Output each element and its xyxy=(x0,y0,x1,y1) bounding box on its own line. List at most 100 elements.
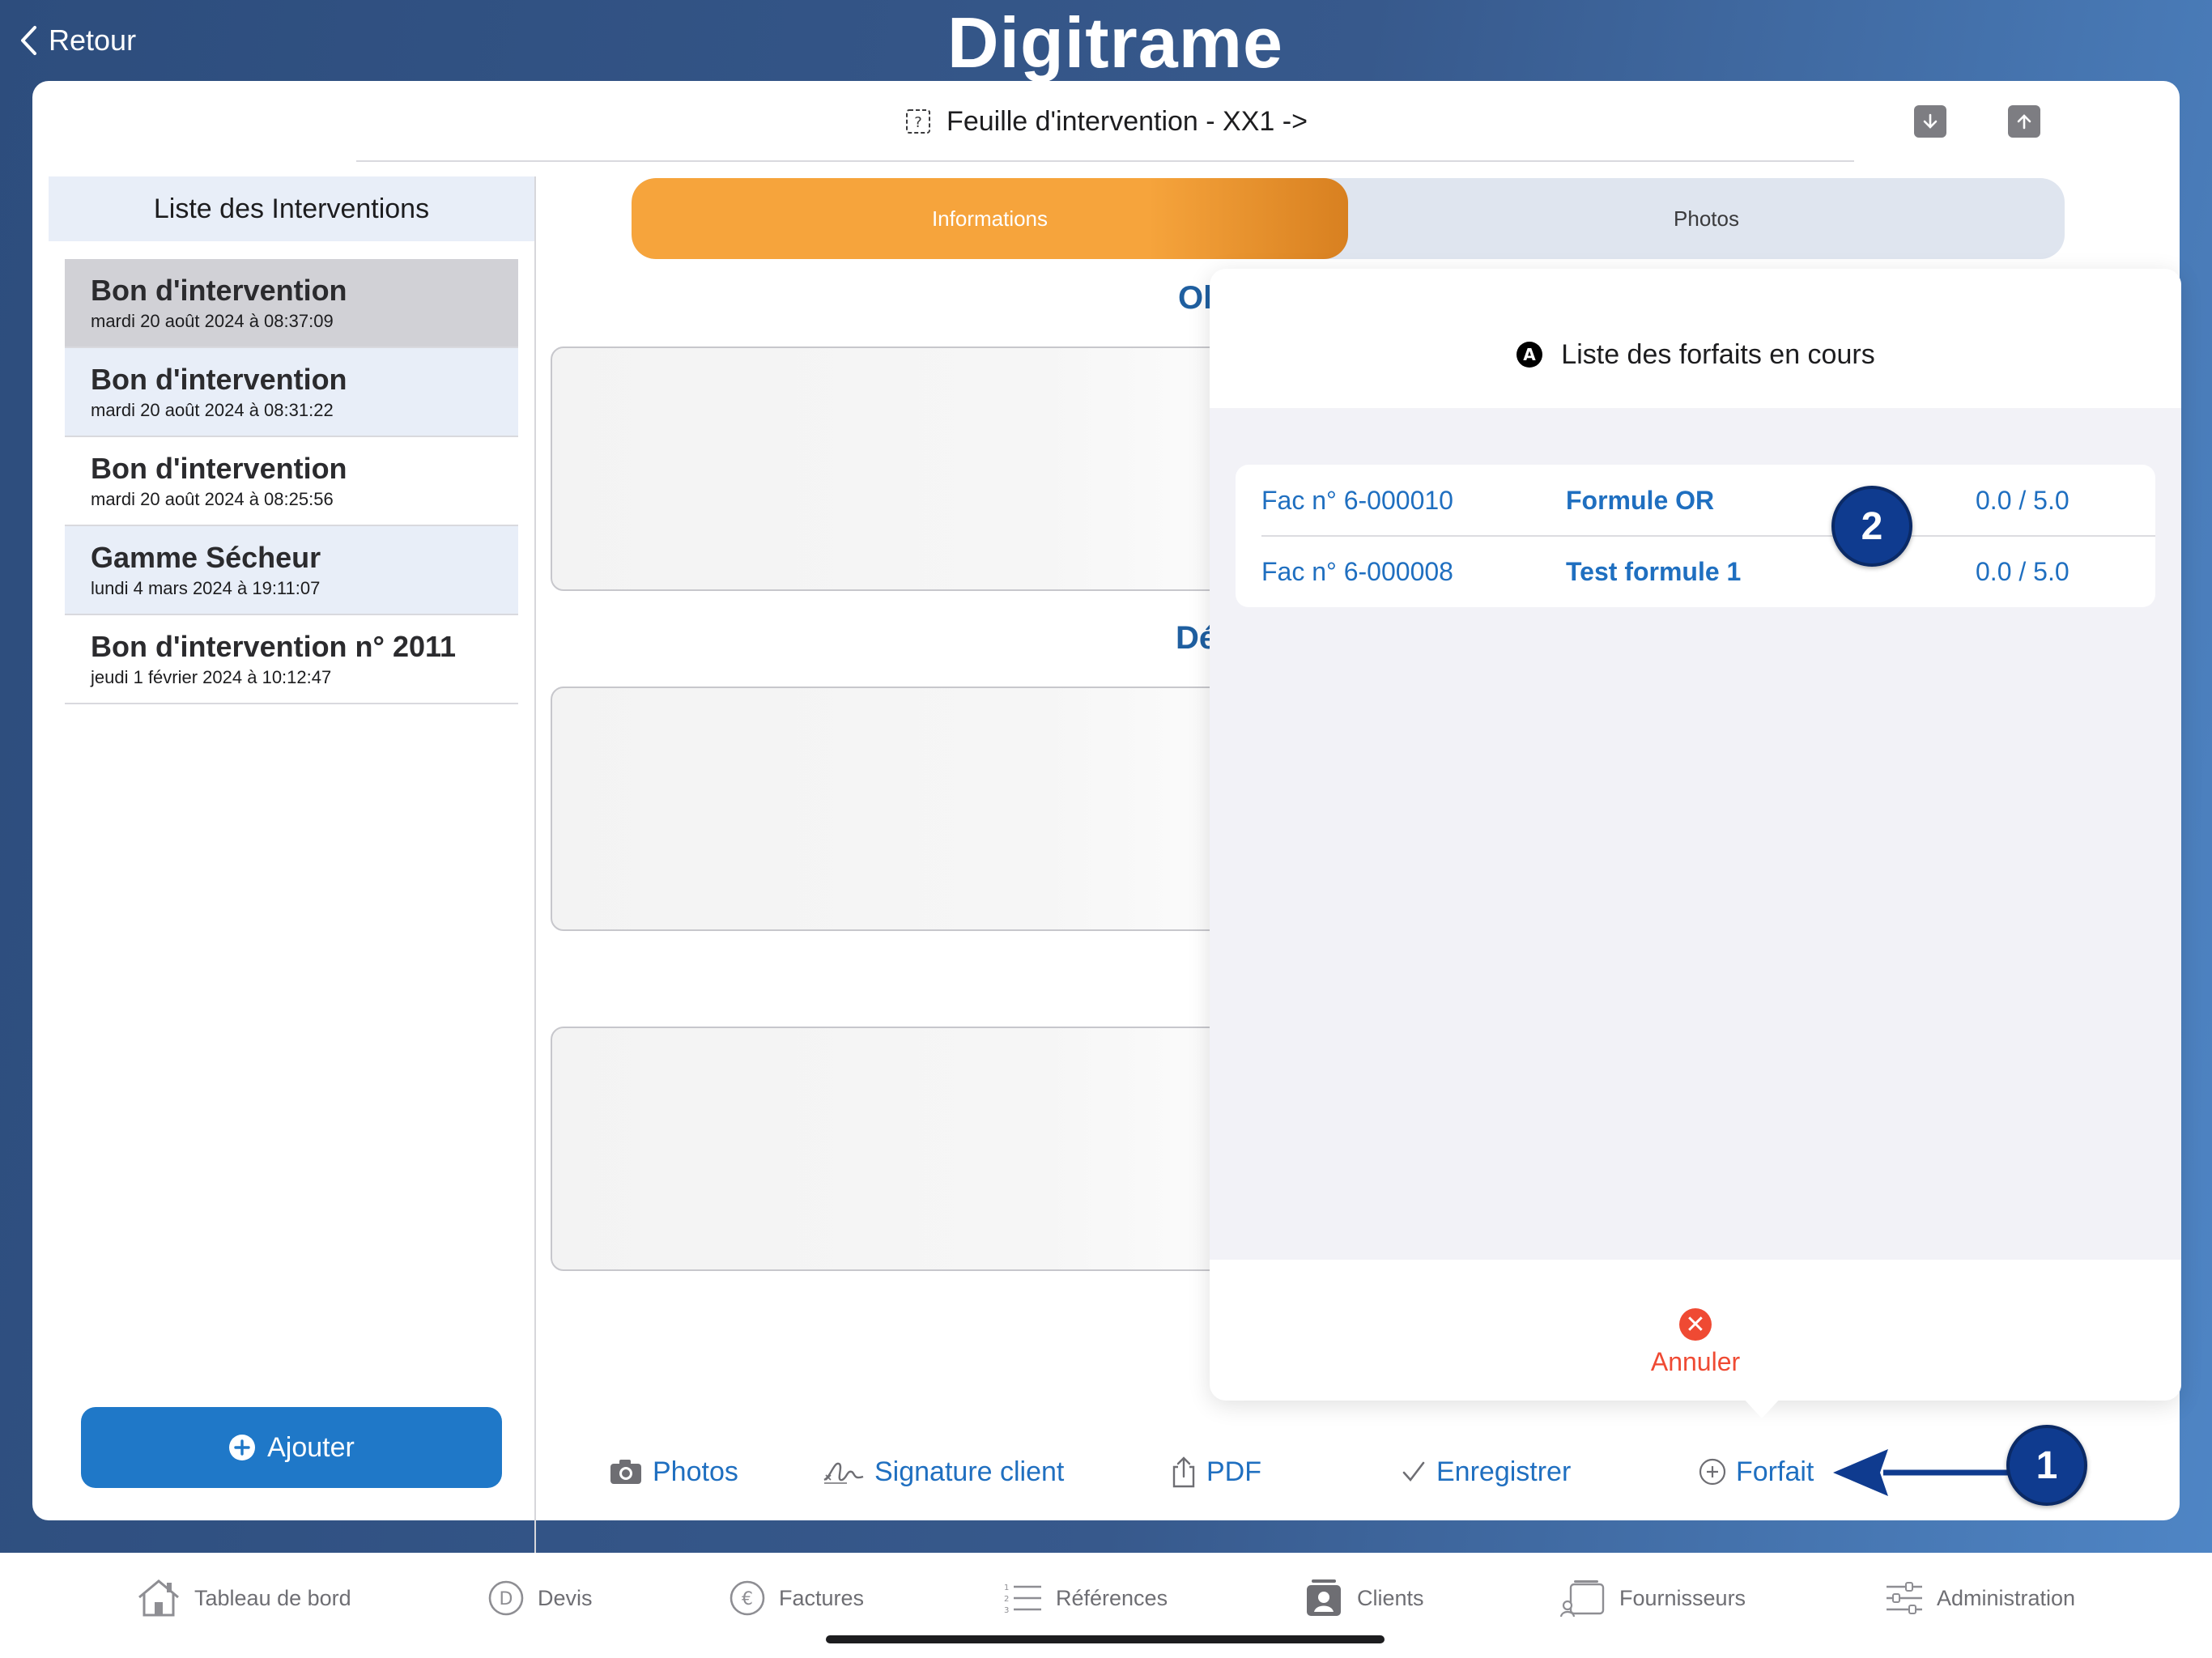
tab-label: Références xyxy=(1056,1585,1168,1610)
list-item-date: lundi 4 mars 2024 à 19:11:07 xyxy=(91,578,321,598)
download-button[interactable] xyxy=(1914,105,1946,138)
callout-badge-2: 2 xyxy=(1831,486,1912,567)
tab-label: Factures xyxy=(779,1585,865,1610)
pdf-button[interactable]: PDF xyxy=(1171,1448,1261,1496)
list-item[interactable]: Bon d'intervention n° 2011 jeudi 1 févri… xyxy=(65,615,518,704)
chevron-left-icon xyxy=(21,26,36,55)
photos-button-label: Photos xyxy=(653,1456,738,1487)
add-button[interactable]: Ajouter xyxy=(81,1407,502,1488)
tab-references[interactable]: 1 2 3 Références xyxy=(1002,1574,1168,1622)
cancel-button[interactable]: ✕ Annuler xyxy=(1574,1308,1817,1389)
list-item[interactable]: Gamme Sécheur lundi 4 mars 2024 à 19:11:… xyxy=(65,526,518,615)
tab-dashboard[interactable]: Tableau de bord xyxy=(136,1574,351,1622)
numbered-list-icon: 1 2 3 xyxy=(1004,1584,1041,1615)
signature-button[interactable]: Signature client xyxy=(823,1448,1064,1496)
list-item[interactable]: Bon d'intervention mardi 20 août 2024 à … xyxy=(65,437,518,526)
forfait-button[interactable]: Forfait xyxy=(1699,1448,1814,1496)
cancel-button-label: Annuler xyxy=(1650,1347,1741,1376)
list-item-title: Bon d'intervention n° 2011 xyxy=(91,630,457,663)
tab-label: Devis xyxy=(538,1585,593,1610)
section-heading: Ol xyxy=(1178,280,1213,316)
list-item-title: Bon d'intervention xyxy=(91,452,347,485)
tab-clients[interactable]: Clients xyxy=(1304,1574,1424,1622)
unknown-document-icon: ? xyxy=(906,109,931,134)
tab-fournisseurs[interactable]: Fournisseurs xyxy=(1559,1574,1746,1622)
tab-photos[interactable]: Photos xyxy=(1348,178,2065,259)
arrow-up-icon xyxy=(2017,114,2031,130)
list-item[interactable]: Bon d'intervention mardi 20 août 2024 à … xyxy=(65,259,518,348)
home-indicator xyxy=(826,1635,1385,1643)
signature-button-label: Signature client xyxy=(874,1456,1065,1487)
svg-text:3: 3 xyxy=(1004,1606,1009,1615)
forfait-usage: 0.0 / 5.0 xyxy=(1976,485,2069,515)
sliders-icon xyxy=(1887,1582,1922,1614)
sheet-title-text: Feuille d'intervention - XX1 -> xyxy=(946,105,1308,137)
list-item-title: Bon d'intervention xyxy=(91,363,347,396)
title-divider xyxy=(356,160,1854,162)
photos-button[interactable]: Photos xyxy=(609,1448,738,1496)
add-button-label: Ajouter xyxy=(267,1431,355,1463)
forfait-button-label: Forfait xyxy=(1736,1456,1814,1487)
list-item-title: Gamme Sécheur xyxy=(91,541,321,574)
sidebar-divider xyxy=(534,176,536,1601)
close-icon: ✕ xyxy=(1679,1308,1712,1341)
save-button-label: Enregistrer xyxy=(1436,1456,1572,1487)
callout-badge-1: 1 xyxy=(2006,1425,2087,1506)
pdf-button-label: PDF xyxy=(1206,1456,1261,1487)
letter-d-circle-icon: D xyxy=(488,1580,524,1616)
forfait-name: Formule OR xyxy=(1566,485,1715,515)
list-item-date: mardi 20 août 2024 à 08:31:22 xyxy=(91,400,334,420)
list-item-date: mardi 20 août 2024 à 08:37:09 xyxy=(91,311,334,331)
interventions-list: Bon d'intervention mardi 20 août 2024 à … xyxy=(65,259,518,704)
list-item-date: jeudi 1 février 2024 à 10:12:47 xyxy=(91,667,332,687)
interventions-list-header: Liste des Interventions xyxy=(49,176,534,241)
euro-circle-icon: € xyxy=(730,1580,765,1616)
arrow-down-icon xyxy=(1923,113,1938,129)
forfait-popover: A Liste des forfaits en cours Fac n° 6-0… xyxy=(1210,269,2181,1401)
popover-header: A Liste des forfaits en cours xyxy=(1210,269,2181,408)
tab-label: Tableau de bord xyxy=(194,1585,351,1610)
forfait-usage: 0.0 / 5.0 xyxy=(1976,556,2069,586)
list-item-date: mardi 20 août 2024 à 08:25:56 xyxy=(91,489,334,509)
letter-a-circle-icon: A xyxy=(1516,342,1543,368)
segmented-tabs: Informations Photos xyxy=(632,178,2065,259)
upload-button[interactable] xyxy=(2008,105,2040,138)
back-button[interactable]: Retour xyxy=(19,18,136,63)
table-row[interactable]: Fac n° 6-000010 Formule OR 0.0 / 5.0 xyxy=(1236,465,2155,536)
tab-label: Fournisseurs xyxy=(1619,1585,1746,1610)
tab-administration[interactable]: Administration xyxy=(1885,1574,2075,1622)
svg-text:?: ? xyxy=(914,114,922,131)
letter-a-glyph: A xyxy=(1524,345,1537,364)
forfait-list: Fac n° 6-000010 Formule OR 0.0 / 5.0 Fac… xyxy=(1236,465,2155,607)
popover-title: Liste des forfaits en cours xyxy=(1561,338,1875,370)
forfait-invoice: Fac n° 6-000010 xyxy=(1261,485,1453,515)
table-row[interactable]: Fac n° 6-000008 Test formule 1 0.0 / 5.0 xyxy=(1236,536,2155,607)
popover-pointer xyxy=(1742,1397,1781,1418)
signature-icon xyxy=(823,1462,864,1484)
tab-label: Administration xyxy=(1937,1585,2076,1610)
contact-card-icon xyxy=(1307,1579,1341,1616)
supplier-card-icon xyxy=(1559,1580,1605,1618)
plus-circle-icon xyxy=(229,1435,256,1460)
forfait-name: Test formule 1 xyxy=(1566,556,1742,586)
plus-circle-outline-icon xyxy=(1699,1458,1726,1486)
back-label: Retour xyxy=(49,23,137,57)
svg-text:€: € xyxy=(742,1589,753,1609)
app-logo: Digitrame xyxy=(947,2,1283,83)
sheet-title: ? Feuille d'intervention - XX1 -> xyxy=(32,81,2180,162)
share-icon xyxy=(1172,1456,1195,1488)
tab-label: Clients xyxy=(1357,1585,1424,1610)
house-icon xyxy=(138,1579,179,1617)
save-button[interactable]: Enregistrer xyxy=(1401,1448,1571,1496)
tab-factures[interactable]: € Factures xyxy=(729,1574,864,1622)
svg-text:2: 2 xyxy=(1004,1595,1009,1604)
list-item[interactable]: Bon d'intervention mardi 20 août 2024 à … xyxy=(65,348,518,437)
svg-text:D: D xyxy=(500,1589,513,1609)
list-item-title: Bon d'intervention xyxy=(91,274,347,307)
forfait-invoice: Fac n° 6-000008 xyxy=(1261,556,1453,586)
svg-text:1: 1 xyxy=(1004,1584,1009,1592)
checkmark-icon xyxy=(1402,1461,1425,1482)
camera-icon xyxy=(610,1460,641,1484)
tab-informations[interactable]: Informations xyxy=(632,178,1348,259)
tab-devis[interactable]: D Devis xyxy=(487,1574,593,1622)
